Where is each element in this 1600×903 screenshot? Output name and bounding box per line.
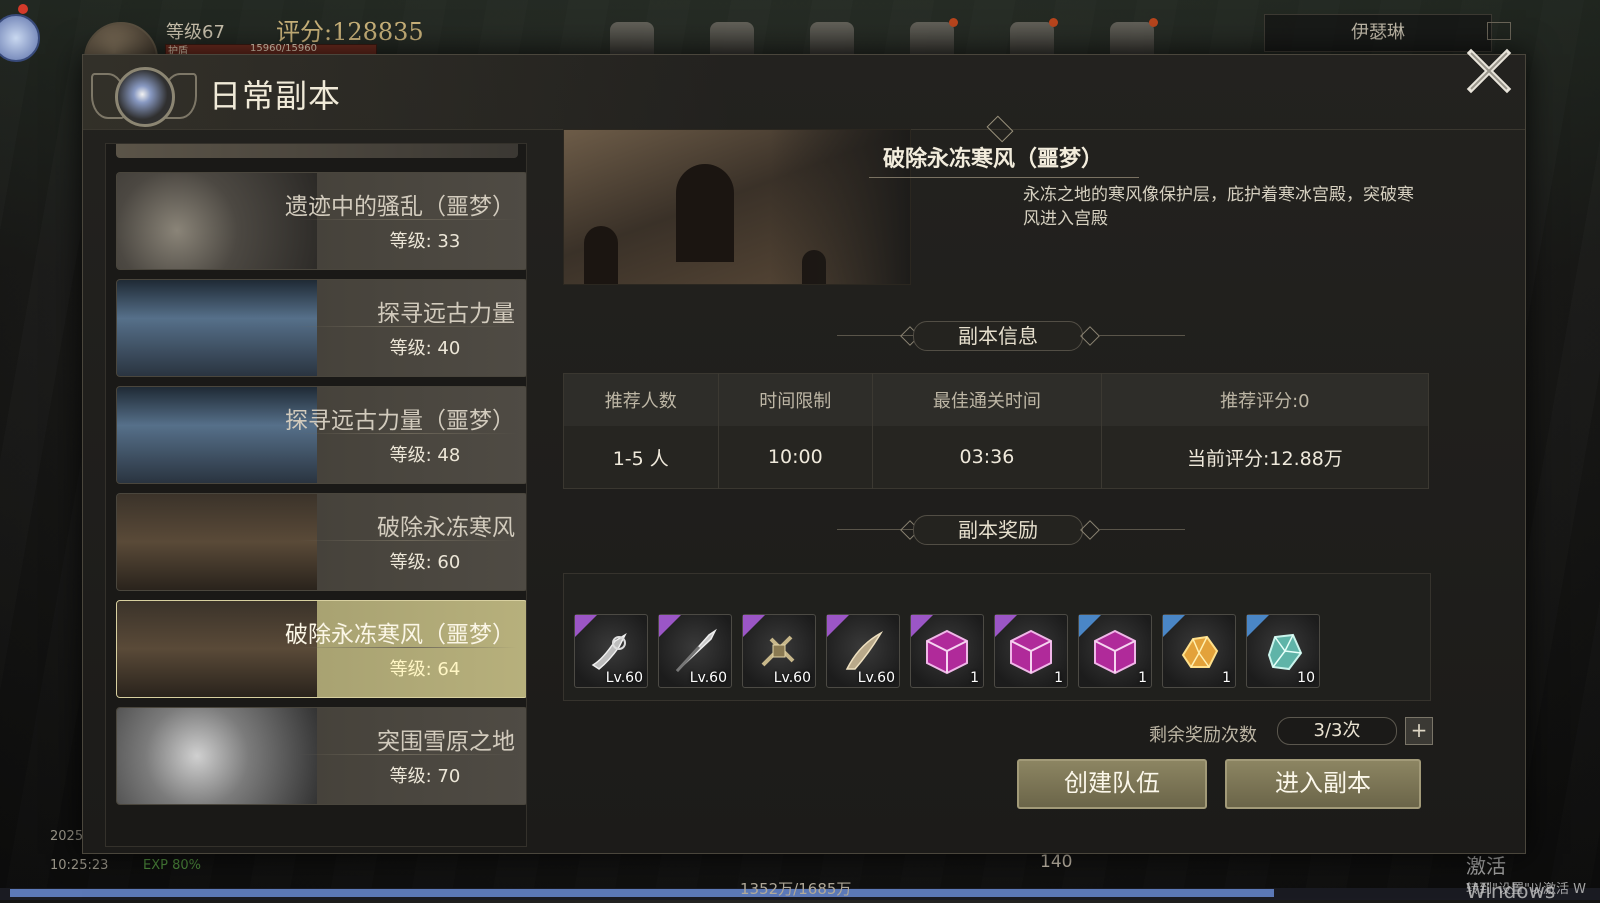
reward-section-header: 副本奖励 xyxy=(837,515,1185,545)
notification-dot xyxy=(1049,18,1058,27)
exp-value: 1352万/1685万 xyxy=(740,880,852,898)
dungeon-info-table: 推荐人数 时间限制 最佳通关时间 推荐评分:0 1-5 人 10:00 03:3… xyxy=(563,373,1430,489)
reward-badge: 10 xyxy=(1297,670,1315,686)
reward-item[interactable]: 1 xyxy=(1162,614,1236,688)
event-icon[interactable] xyxy=(0,14,40,62)
remaining-rewards-label: 剩余奖励次数 xyxy=(1149,725,1257,746)
list-scroll-stub xyxy=(116,144,518,158)
reward-item[interactable]: 1 xyxy=(994,614,1068,688)
clock-text: 10:25:23 xyxy=(50,858,109,873)
exp-percent: EXP 80% xyxy=(143,858,201,873)
reward-badge: 1 xyxy=(1054,670,1063,686)
info-section-header: 副本信息 xyxy=(837,321,1185,351)
reward-section-title: 副本奖励 xyxy=(913,515,1083,545)
dungeon-card[interactable]: 突围雪原之地等级: 70 xyxy=(116,707,526,805)
dungeon-banner-image xyxy=(563,129,911,285)
reward-item[interactable]: 10 xyxy=(1246,614,1320,688)
quest-icon[interactable] xyxy=(1010,18,1058,56)
current-score: 当前评分:12.88万 xyxy=(1101,426,1430,489)
close-button[interactable] xyxy=(1463,45,1515,97)
dungeon-name: 探寻远古力量 xyxy=(377,301,515,327)
dungeon-level: 等级: 60 xyxy=(389,552,461,573)
dungeon-name: 突围雪原之地 xyxy=(377,729,515,755)
dungeon-card[interactable]: 探寻远古力量（噩梦） 等级: 48 xyxy=(116,386,526,484)
guild-icon[interactable] xyxy=(810,22,854,56)
info-header: 最佳通关时间 xyxy=(872,373,1102,426)
reward-badge: Lv.60 xyxy=(689,670,727,686)
reward-badge: Lv.60 xyxy=(773,670,811,686)
dungeon-level: 等级: 33 xyxy=(389,231,461,252)
dungeon-level: 等级: 48 xyxy=(389,445,461,466)
create-team-button[interactable]: 创建队伍 xyxy=(1017,759,1207,809)
reward-badge: Lv.60 xyxy=(605,670,643,686)
map-icon[interactable] xyxy=(1110,18,1158,56)
windows-watermark-sub: 转到"设置"以激活 W xyxy=(1466,882,1586,897)
recommended-players: 1-5 人 xyxy=(563,426,719,489)
notification-dot xyxy=(949,18,958,27)
reward-item[interactable]: Lv.60 xyxy=(826,614,900,688)
dungeon-thumbnail xyxy=(117,708,317,804)
player-score: 评分:128835 xyxy=(276,18,424,46)
dungeon-card[interactable]: 遗迹中的骚乱（噩梦） 等级: 33 xyxy=(116,172,526,270)
reward-item[interactable]: 1 xyxy=(910,614,984,688)
reward-badge: Lv.60 xyxy=(857,670,895,686)
time-limit: 10:00 xyxy=(718,426,874,489)
dungeon-card[interactable]: 破除永冻寒风（噩梦） 等级: 64 xyxy=(116,600,526,698)
character-icon[interactable] xyxy=(910,18,958,56)
plus-icon: + xyxy=(1410,718,1428,742)
reward-item[interactable]: Lv.60 xyxy=(574,614,648,688)
date-text: 2025 xyxy=(50,829,84,844)
info-header-row: 推荐人数 时间限制 最佳通关时间 推荐评分:0 xyxy=(563,373,1430,426)
best-clear-time: 03:36 xyxy=(872,426,1102,489)
dungeon-detail: 破除永冻寒风（噩梦） 永冻之地的寒风像保护层，庇护着寒冰宫殿，突破寒风进入宫殿 … xyxy=(563,115,1433,839)
reward-item[interactable]: Lv.60 xyxy=(658,614,732,688)
dungeon-name: 破除永冻寒风 xyxy=(377,515,515,541)
close-icon xyxy=(1466,48,1512,94)
info-value-row: 1-5 人 10:00 03:36 当前评分:12.88万 xyxy=(563,426,1430,489)
notification-dot xyxy=(18,4,28,14)
top-hud: 等级67 评分:128835 护盾 15960/15960 伊瑟琳 xyxy=(0,0,1600,96)
info-header: 时间限制 xyxy=(718,373,874,426)
reward-item[interactable]: 1 xyxy=(1078,614,1152,688)
add-attempts-button[interactable]: + xyxy=(1405,717,1433,745)
top-menu-icons xyxy=(610,18,1158,56)
info-section-title: 副本信息 xyxy=(913,321,1083,351)
dungeon-title-frame: 破除永冻寒风（噩梦） xyxy=(869,115,1139,178)
reward-badge: 1 xyxy=(1222,670,1231,686)
info-header: 推荐人数 xyxy=(563,373,719,426)
shop-icon[interactable] xyxy=(710,22,754,56)
exp-bar-fill xyxy=(10,889,1274,897)
dungeon-thumbnail xyxy=(117,280,317,376)
daily-dungeon-panel: 日常副本 遗迹中的骚乱（噩梦） 等级: 33 探寻远古力量 等级: 40 探寻远古力量（… xyxy=(82,48,1526,854)
shield-value: 15960/15960 xyxy=(250,43,317,54)
dungeon-description: 永冻之地的寒风像保护层，庇护着寒冰宫殿，突破寒风进入宫殿 xyxy=(1023,185,1414,229)
dungeon-name: 破除永冻寒风（噩梦） xyxy=(285,622,515,648)
panel-title: 日常副本 xyxy=(209,77,342,115)
dungeon-name: 遗迹中的骚乱（噩梦） xyxy=(285,194,515,220)
dungeon-level: 等级: 70 xyxy=(389,766,461,787)
dungeon-emblem-icon xyxy=(91,59,197,129)
reward-badge: 1 xyxy=(970,670,979,686)
dungeon-level: 等级: 40 xyxy=(389,338,461,359)
dungeon-level: 等级: 64 xyxy=(389,659,461,680)
enter-dungeon-button[interactable]: 进入副本 xyxy=(1225,759,1421,809)
reward-item[interactable]: Lv.60 xyxy=(742,614,816,688)
notification-dot xyxy=(1149,18,1158,27)
dungeon-title: 破除永冻寒风（噩梦） xyxy=(883,147,1104,172)
target-name[interactable]: 伊瑟琳 xyxy=(1264,14,1492,52)
remaining-rewards-value: 3/3次 xyxy=(1277,717,1397,745)
minimize-icon[interactable] xyxy=(1487,22,1511,40)
dungeon-card[interactable]: 探寻远古力量等级: 40 xyxy=(116,279,526,377)
dungeon-card[interactable]: 破除永冻寒风等级: 60 xyxy=(116,493,526,591)
counter-value: 140 xyxy=(1040,852,1073,872)
dungeon-thumbnail xyxy=(117,494,317,590)
dungeon-list[interactable]: 遗迹中的骚乱（噩梦） 等级: 33 探寻远古力量等级: 40 探寻远古力量（噩梦） 等级… xyxy=(105,143,527,847)
dungeon-name: 探寻远古力量（噩梦） xyxy=(285,408,515,434)
player-level: 等级67 xyxy=(166,22,225,43)
reward-badge: 1 xyxy=(1138,670,1147,686)
reward-items: Lv.60 Lv.60 Lv.60 Lv.60 1 1 1 1 10 xyxy=(574,614,1320,688)
backpack-icon[interactable] xyxy=(610,22,654,56)
reward-box: Lv.60 Lv.60 Lv.60 Lv.60 1 1 1 1 10 xyxy=(563,573,1431,701)
info-header: 推荐评分:0 xyxy=(1101,373,1430,426)
